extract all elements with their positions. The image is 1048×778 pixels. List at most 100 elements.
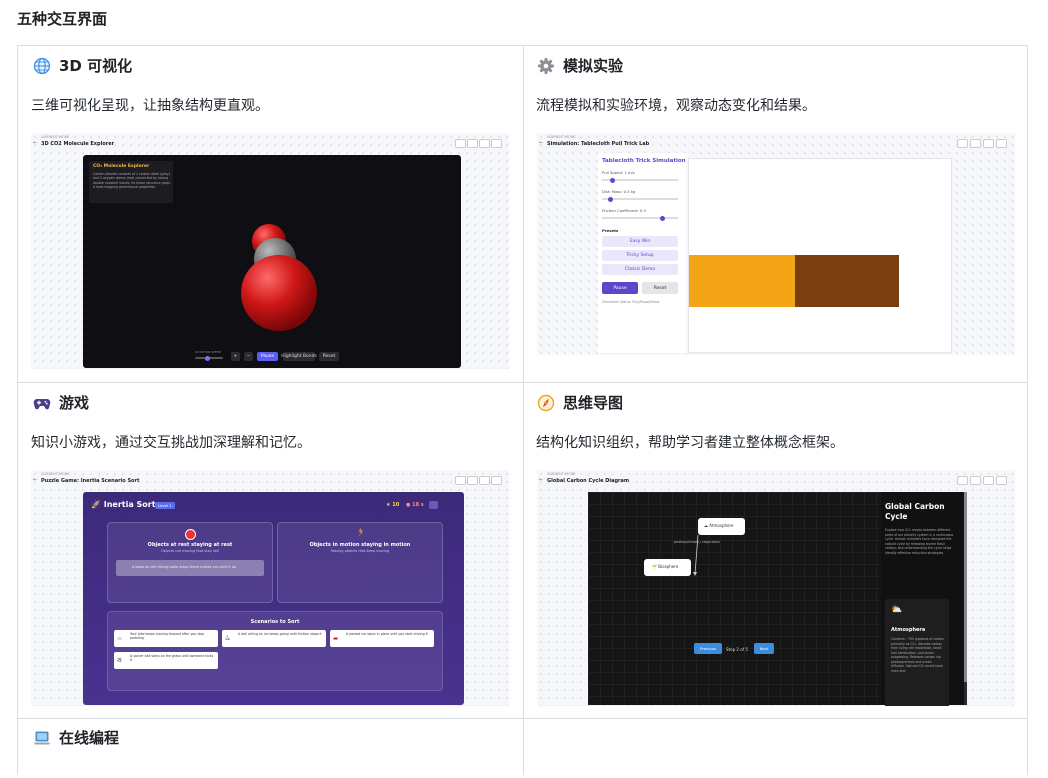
toolbar-button[interactable]: [455, 476, 466, 485]
edge-label: photosynthesis / respiration: [674, 540, 720, 544]
screenshot-3d-molecule: CURRENT MODE 3D CO2 Molecule Explorer ← …: [31, 133, 509, 369]
cards-grid: 3D 可视化 三维可视化呈现，让抽象结构更直观。 CURRENT MODE 3D…: [17, 45, 1028, 775]
toolbar-button[interactable]: [983, 139, 994, 148]
category-title: Objects in motion staying in motion: [309, 542, 411, 548]
pull-speed-label: Pull Speed: 1 m/s: [602, 170, 635, 175]
sun-cloud-icon: ⛅: [891, 605, 903, 615]
pause-button[interactable]: Pause: [602, 282, 638, 294]
toolbar-button[interactable]: [479, 476, 490, 485]
reset-button[interactable]: Reset: [642, 282, 678, 294]
toolbar-button[interactable]: [491, 139, 502, 148]
preset-easy-win[interactable]: Easy Win: [602, 236, 678, 247]
preset-classic-demo[interactable]: Classic Demo: [602, 264, 678, 275]
category-subtitle: Moving objects that keep moving: [330, 549, 390, 553]
card-title-row: 在线编程: [33, 727, 119, 748]
card-game: 游戏 知识小游戏，通过交互挑战加深理解和记忆。 CURRENT MODE Puz…: [17, 382, 523, 718]
control-bar: ROTATION SPEED + − Pause Highlight Bonds…: [195, 350, 345, 364]
breadcrumb: CURRENT MODE: [547, 135, 576, 139]
pause-button[interactable]: Pause: [257, 352, 278, 361]
card-3d-visualization: 3D 可视化 三维可视化呈现，让抽象结构更直观。 CURRENT MODE 3D…: [17, 45, 523, 382]
card-title-row: 游戏: [33, 392, 89, 413]
toolbar-button[interactable]: [467, 476, 478, 485]
control-panel: Tablecloth Trick Simulation Pull Speed: …: [598, 153, 686, 353]
toolbar-button[interactable]: [491, 476, 502, 485]
running-icon: 🏃: [356, 528, 366, 537]
card-description: 结构化知识组织，帮助学习者建立整体概念框架。: [536, 435, 844, 451]
scrollbar[interactable]: [964, 492, 967, 705]
reset-button[interactable]: Reset: [319, 352, 339, 361]
toolbar-button[interactable]: [970, 139, 981, 148]
status-text: Simulation Status: Play/Pause/Reset: [602, 300, 660, 304]
sorted-item[interactable]: A book on the dining table stays there u…: [116, 560, 264, 576]
friction-slider[interactable]: [602, 215, 678, 221]
breadcrumb: CURRENT MODE: [547, 472, 576, 476]
highlight-bonds-button[interactable]: Highlight Bonds: [281, 352, 317, 361]
zoom-out-button[interactable]: −: [244, 352, 253, 361]
card-simulation: 模拟实验 流程模拟和实验环境，观察动态变化和结果。 CURRENT MODE S…: [523, 45, 1028, 382]
card-title-row: 模拟实验: [537, 55, 623, 76]
3d-viewport[interactable]: CO₂ Molecule Explorer Carbon dioxide con…: [83, 155, 461, 368]
game-title: 🚀 Inertia Sort: [91, 500, 156, 509]
screenshot-title: Puzzle Game: Inertia Scenario Sort: [41, 478, 140, 484]
card-description: 三维可视化呈现，让抽象结构更直观。: [31, 98, 269, 114]
dish-block: [689, 255, 795, 307]
dish-mass-slider[interactable]: [602, 196, 678, 202]
pause-icon[interactable]: [429, 501, 438, 509]
slider-label: ROTATION SPEED: [195, 350, 221, 354]
category-subtitle: Objects not moving that stay still: [160, 549, 220, 553]
scenario-card[interactable]: ⚽ A soccer ball stays on the grass until…: [114, 652, 218, 669]
category-at-rest[interactable]: Objects at rest staying at rest Objects …: [107, 522, 273, 603]
compass-icon: [537, 394, 555, 411]
back-arrow-icon[interactable]: ←: [33, 477, 37, 483]
detail-title: Atmosphere: [891, 627, 926, 633]
breadcrumb: CURRENT MODE: [41, 135, 70, 139]
scenario-card[interactable]: 🚗 A parked car stays in place until you …: [330, 630, 434, 647]
scenario-card[interactable]: 🚲 Your bike keeps moving forward after y…: [114, 630, 218, 647]
back-arrow-icon[interactable]: ←: [539, 477, 543, 483]
toolbar-button[interactable]: [957, 139, 968, 148]
screenshot-title: Global Carbon Cycle Diagram: [547, 478, 630, 484]
toolbar-button[interactable]: [983, 476, 994, 485]
previous-button[interactable]: Previous: [694, 643, 722, 654]
breadcrumb: CURRENT MODE: [41, 472, 70, 476]
back-arrow-icon[interactable]: ←: [539, 140, 543, 146]
toolbar-button[interactable]: [479, 139, 490, 148]
toolbar-button[interactable]: [996, 476, 1007, 485]
scenarios-panel: Scenarios to Sort 🚲 Your bike keeps movi…: [107, 611, 443, 691]
page-title: 五种交互界面: [17, 10, 108, 28]
node-atmosphere[interactable]: ☁ Atmosphere: [698, 518, 745, 535]
preset-tricky-setup[interactable]: Tricky Setup: [602, 250, 678, 261]
diagram-area[interactable]: ☁ Atmosphere 🌱 Biosphere photosynthesis …: [588, 492, 881, 705]
card-mind-map: 思维导图 结构化知识组织，帮助学习者建立整体概念框架。 CURRENT MODE…: [523, 382, 1028, 718]
presets-label: Presets: [602, 228, 619, 233]
back-arrow-icon[interactable]: ←: [33, 140, 37, 146]
table-block: [795, 255, 899, 307]
toolbar-button[interactable]: [996, 139, 1007, 148]
next-button[interactable]: Next: [754, 643, 774, 654]
toolbar-button[interactable]: [970, 476, 981, 485]
pull-speed-slider[interactable]: [602, 177, 678, 183]
timer: ● 18 s: [406, 502, 424, 508]
scenario-card[interactable]: ⛸ A ball rolling on ice keeps going unti…: [222, 630, 326, 647]
zoom-in-button[interactable]: +: [231, 352, 240, 361]
co2-molecule[interactable]: [83, 155, 461, 368]
category-in-motion[interactable]: 🏃 Objects in motion staying in motion Mo…: [277, 522, 443, 603]
node-biosphere[interactable]: 🌱 Biosphere: [644, 559, 691, 576]
card-online-coding: 在线编程: [17, 718, 523, 778]
screenshot-title: 3D CO2 Molecule Explorer: [41, 141, 115, 147]
screenshot-mind-map: CURRENT MODE Global Carbon Cycle Diagram…: [537, 470, 1015, 706]
step-indicator: Step 2 of 5: [726, 647, 748, 652]
screenshot-title: Simulation: Tablecloth Pull Trick Lab: [547, 141, 650, 147]
rotation-slider[interactable]: [195, 355, 223, 361]
scenarios-title: Scenarios to Sort: [250, 619, 300, 625]
toolbar-button[interactable]: [455, 139, 466, 148]
simulation-canvas[interactable]: [688, 158, 952, 353]
globe-icon: [33, 57, 51, 74]
card-title: 在线编程: [59, 729, 120, 747]
gear-icon: [538, 57, 554, 74]
toolbar-button[interactable]: [467, 139, 478, 148]
info-sidebar: Global Carbon Cycle Explore how CO₂ move…: [881, 492, 964, 706]
score: ★ 10: [386, 502, 400, 508]
card-description: 流程模拟和实验环境，观察动态变化和结果。: [536, 98, 816, 114]
toolbar-button[interactable]: [957, 476, 968, 485]
